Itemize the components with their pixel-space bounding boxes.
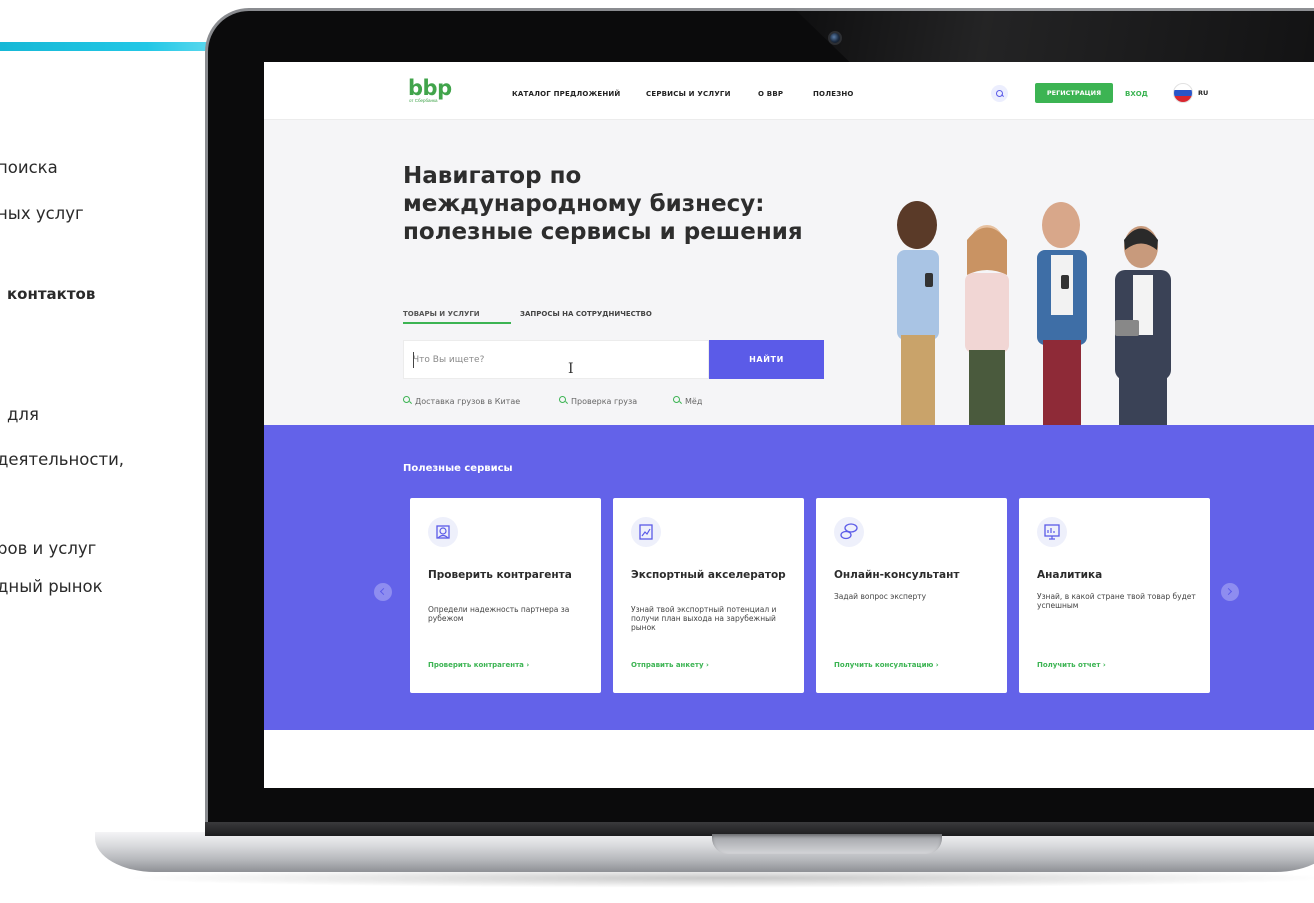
slide-text-line: дный рынок <box>0 577 103 596</box>
laptop-base <box>95 832 1314 872</box>
service-card-link[interactable]: Проверить контрагента › <box>428 661 529 669</box>
chat-bubbles-icon <box>834 517 864 547</box>
slide-text-line-bold: контактов <box>7 285 96 303</box>
service-card-text: Задай вопрос эксперту <box>834 592 927 601</box>
active-tab-indicator <box>403 322 511 324</box>
presentation-chart-icon <box>1037 517 1067 547</box>
service-card-link[interactable]: Отправить анкету › <box>631 661 709 669</box>
search-icon <box>559 396 568 405</box>
logo-wordmark: bbp <box>408 76 452 100</box>
search-hint[interactable]: Мёд <box>673 396 702 406</box>
service-card-link[interactable]: Получить консультацию › <box>834 661 939 669</box>
nav-catalog[interactable]: КАТАЛОГ ПРЕДЛОЖЕНИЙ <box>512 90 621 98</box>
site-header: bbp от Сбербанка КАТАЛОГ ПРЕДЛОЖЕНИЙ СЕР… <box>264 62 1314 120</box>
laptop-screen: bbp от Сбербанка КАТАЛОГ ПРЕДЛОЖЕНИЙ СЕР… <box>264 62 1314 788</box>
service-card-title: Проверить контрагента <box>428 569 572 581</box>
service-card[interactable]: Аналитика Узнай, в какой стране твой тов… <box>1019 498 1210 693</box>
webcam-icon <box>828 31 842 45</box>
text-caret <box>413 352 414 368</box>
language-selector[interactable]: RU <box>1198 89 1208 97</box>
search-icon[interactable] <box>991 85 1008 102</box>
text-cursor-icon: I <box>568 361 574 377</box>
service-card-text: Узнай, в какой стране твой товар будет у… <box>1037 592 1196 610</box>
service-card-link[interactable]: Получить отчет › <box>1037 661 1106 669</box>
service-card[interactable]: Проверить контрагента Определи надежност… <box>410 498 601 693</box>
carousel-prev-button[interactable] <box>374 583 392 601</box>
slide-accent-bar <box>0 42 210 51</box>
services-section: Полезные сервисы Проверить контрагента О… <box>264 425 1314 730</box>
hero-section: Навигатор по международному бизнесу: пол… <box>264 120 1314 425</box>
search-hint-label: Доставка грузов в Китае <box>415 397 521 406</box>
search-box <box>403 340 709 379</box>
hero-people-illustration <box>897 201 1171 425</box>
service-card-text: Узнай твой экспортный потенциал и получи… <box>631 605 777 632</box>
service-card-text: Определи надежность партнера за рубежом <box>428 605 570 623</box>
site-logo[interactable]: bbp от Сбербанка <box>408 76 452 104</box>
person-figure <box>1037 202 1087 425</box>
carousel-next-button[interactable] <box>1221 583 1239 601</box>
person-figure <box>965 225 1009 425</box>
find-button[interactable]: НАЙТИ <box>709 340 824 379</box>
service-card-title: Экспортный акселератор <box>631 569 786 581</box>
service-card-title: Онлайн-консультант <box>834 569 960 581</box>
laptop-notch <box>712 834 942 854</box>
register-button[interactable]: РЕГИСТРАЦИЯ <box>1035 83 1113 103</box>
service-card[interactable]: Онлайн-консультант Задай вопрос эксперту… <box>816 498 1007 693</box>
nav-useful[interactable]: ПОЛЕЗНО <box>813 90 854 98</box>
document-chart-icon <box>631 517 661 547</box>
russia-flag-icon[interactable] <box>1173 83 1193 103</box>
slide-text-line: ных услуг <box>0 204 84 223</box>
slide-text-line: деятельности, <box>0 450 125 469</box>
search-hint-label: Проверка груза <box>571 397 638 406</box>
hero-title: Навигатор по международному бизнесу: пол… <box>403 163 803 245</box>
search-hint-label: Мёд <box>685 397 703 406</box>
service-card[interactable]: Экспортный акселератор Узнай твой экспор… <box>613 498 804 693</box>
face-scan-icon <box>428 517 458 547</box>
search-icon <box>673 396 682 405</box>
tab-goods-services[interactable]: ТОВАРЫ И УСЛУГИ <box>403 310 480 318</box>
search-hint[interactable]: Проверка груза <box>559 396 637 406</box>
person-figure <box>1115 226 1171 425</box>
services-title: Полезные сервисы <box>403 463 513 474</box>
search-icon <box>403 396 412 405</box>
slide-text-line: ров и услуг <box>0 539 97 558</box>
search-input[interactable] <box>404 341 708 378</box>
service-card-title: Аналитика <box>1037 569 1103 581</box>
person-figure <box>897 201 939 425</box>
slide-text-line: для <box>7 405 39 424</box>
login-link[interactable]: ВХОД <box>1125 90 1148 98</box>
search-hint[interactable]: Доставка грузов в Китае <box>403 396 520 406</box>
slide-text-line: поиска <box>0 158 58 177</box>
tab-cooperation-requests[interactable]: ЗАПРОСЫ НА СОТРУДНИЧЕСТВО <box>520 310 652 318</box>
bezel-reflection <box>793 8 1314 62</box>
nav-services[interactable]: СЕРВИСЫ И УСЛУГИ <box>646 90 731 98</box>
nav-about[interactable]: О BBP <box>758 90 783 98</box>
